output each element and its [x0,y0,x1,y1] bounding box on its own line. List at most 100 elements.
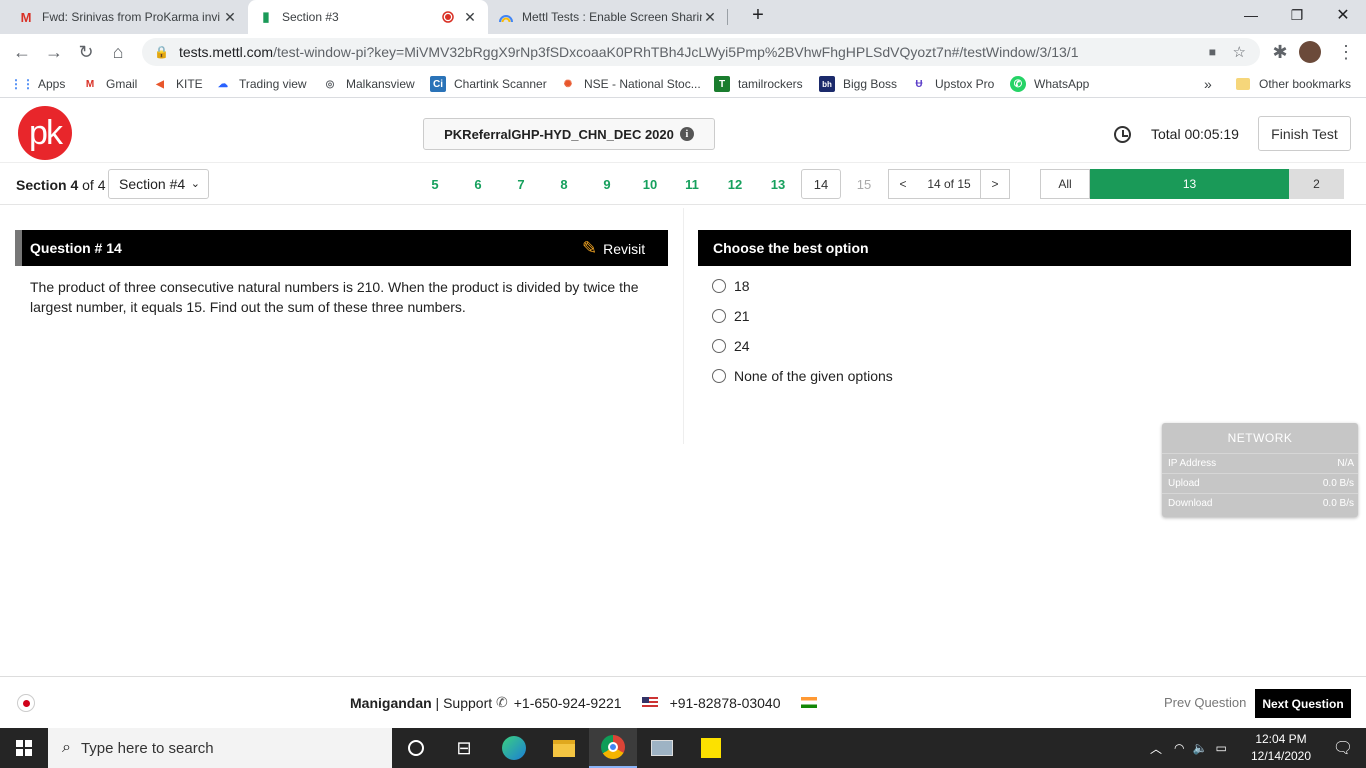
extensions-icon[interactable]: ✱ [1268,40,1292,64]
bookmark-apps[interactable]: ⋮⋮ Apps [10,70,65,98]
sticky-notes-icon[interactable] [687,728,735,768]
tab-gmail[interactable]: M Fwd: Srinivas from ProKarma invi ✕ [8,0,248,34]
back-arrow-icon[interactable]: ← [10,40,34,64]
bookmark-tradingview[interactable]: ☁ Trading view [215,70,307,98]
tab-mettl-tests[interactable]: Mettl Tests : Enable Screen Sharin ✕ [488,0,728,34]
option-item[interactable]: None of the given options [712,366,893,386]
network-label: Upload [1168,478,1200,489]
question-link[interactable]: 13 [758,169,798,199]
minimize-button[interactable]: — [1228,0,1274,30]
wifi-icon[interactable]: ◠ [1174,741,1184,755]
menu-kebab-icon[interactable]: ⋮ [1334,40,1358,64]
pane-divider [683,208,684,444]
start-button[interactable] [0,728,48,768]
bookmark-malkansview[interactable]: ◎ Malkansview [322,70,415,98]
revisit-button[interactable]: ✎ Revisit [582,238,645,259]
volume-icon[interactable]: 🔈 [1193,741,1208,755]
bookmark-biggboss[interactable]: bh Bigg Boss [819,70,897,98]
option-label: None of the given options [734,368,893,384]
home-icon[interactable]: ⌂ [106,40,130,64]
bookmark-gmail[interactable]: M Gmail [82,70,138,98]
prev-question-button[interactable]: Prev Question [1164,695,1246,710]
prokarma-logo: pk [18,106,72,160]
system-tray: ︿ ◠ 🔈 ▭ [1150,728,1227,768]
bookmark-kite[interactable]: ◀ KITE [152,70,203,98]
us-flag-icon [641,697,658,708]
question-link[interactable]: 7 [501,169,541,199]
window-close-button[interactable]: ✕ [1320,0,1366,30]
revisit-icon: ✎ [582,238,598,258]
close-icon[interactable]: ✕ [462,9,478,26]
restore-button[interactable]: ❐ [1274,0,1320,30]
bookmark-chartink[interactable]: Ci Chartink Scanner [430,70,547,98]
bookmarks-overflow-button[interactable]: » [1204,70,1212,98]
photos-app-icon[interactable] [638,728,686,768]
network-value: N/A [1337,458,1354,469]
info-icon[interactable]: i [679,127,694,141]
new-tab-button[interactable]: + [735,0,781,30]
tab-separator [727,9,728,25]
reload-icon[interactable]: ↻ [74,40,98,64]
kite-icon: ◀ [156,78,164,90]
filter-unanswered-button[interactable]: 2 [1289,169,1344,199]
other-bookmarks[interactable]: Other bookmarks [1236,70,1351,98]
next-question-button[interactable]: Next Question [1255,689,1351,718]
file-explorer-icon[interactable] [540,728,588,768]
question-link[interactable]: 11 [672,169,712,199]
question-link[interactable]: 8 [544,169,584,199]
question-link[interactable]: 6 [458,169,498,199]
options-header: Choose the best option [698,230,1351,266]
edge-icon[interactable] [490,728,538,768]
question-link[interactable]: 5 [415,169,455,199]
task-view-icon[interactable]: ⊟ [440,728,488,768]
radio-button[interactable] [712,339,726,353]
forward-arrow-icon[interactable]: → [42,40,66,64]
malkansview-icon: ◎ [325,78,335,90]
close-icon[interactable]: ✕ [702,9,718,26]
prev-page-button[interactable]: < [888,169,918,199]
taskbar-clock[interactable]: 12:04 PM 12/14/2020 [1246,731,1316,765]
tab-section-3[interactable]: ▮ Section #3 ✕ [248,0,488,34]
address-bar[interactable]: 🔒 tests.mettl.com /test-window-pi?key=Mi… [142,38,1260,66]
avatar[interactable] [1298,40,1322,64]
section-select[interactable]: Section #4 ⌄ [108,169,209,199]
close-icon[interactable]: ✕ [222,9,238,26]
chevron-up-icon[interactable]: ︿ [1150,740,1162,757]
radio-button[interactable] [712,309,726,323]
star-icon[interactable]: ☆ [1233,43,1246,61]
bookmark-whatsapp[interactable]: ✆ WhatsApp [1010,70,1089,98]
bookmark-tamilrockers[interactable]: Ttamilrockers [714,70,803,98]
apps-grid-icon: ⋮⋮ [10,77,34,91]
question-link[interactable]: 12 [715,169,755,199]
option-item[interactable]: 24 [712,336,750,356]
radio-button[interactable] [712,279,726,293]
option-item[interactable]: 18 [712,276,750,296]
option-item[interactable]: 21 [712,306,750,326]
network-value: 0.0 B/s [1322,478,1354,489]
whatsapp-icon: ✆ [1010,76,1026,92]
camera-icon[interactable]: ■ [1209,45,1216,59]
bookmark-label: Other bookmarks [1259,77,1352,91]
question-link[interactable]: 9 [587,169,627,199]
tradingview-icon: ☁ [218,78,228,90]
filter-answered-button[interactable]: 13 [1090,169,1289,199]
bookmark-label: Gmail [106,77,138,91]
cortana-icon[interactable] [392,728,440,768]
bookmark-label: Upstox Pro [935,77,995,91]
keyboard-icon[interactable]: ▭ [1215,741,1226,755]
taskbar-search-input[interactable]: ⌕ Type here to search [48,728,392,768]
bookmark-nse[interactable]: ✺ NSE - National Stoc... [560,70,701,98]
network-value: 0.0 B/s [1322,498,1354,509]
next-page-button[interactable]: > [980,169,1010,199]
radio-button[interactable] [712,369,726,383]
question-link[interactable]: 15 [844,169,884,199]
chrome-icon[interactable] [589,728,637,768]
question-link[interactable]: 10 [630,169,670,199]
notifications-icon[interactable]: 🗨 [1320,728,1366,768]
bookmark-upstox[interactable]: Ʉ Upstox Pro [911,70,994,98]
finish-test-button[interactable]: Finish Test [1258,116,1351,151]
question-link-current[interactable]: 14 [801,169,841,199]
recording-indicator-icon [17,694,35,712]
bookmark-label: Trading view [239,77,307,91]
filter-all-button[interactable]: All [1040,169,1090,199]
